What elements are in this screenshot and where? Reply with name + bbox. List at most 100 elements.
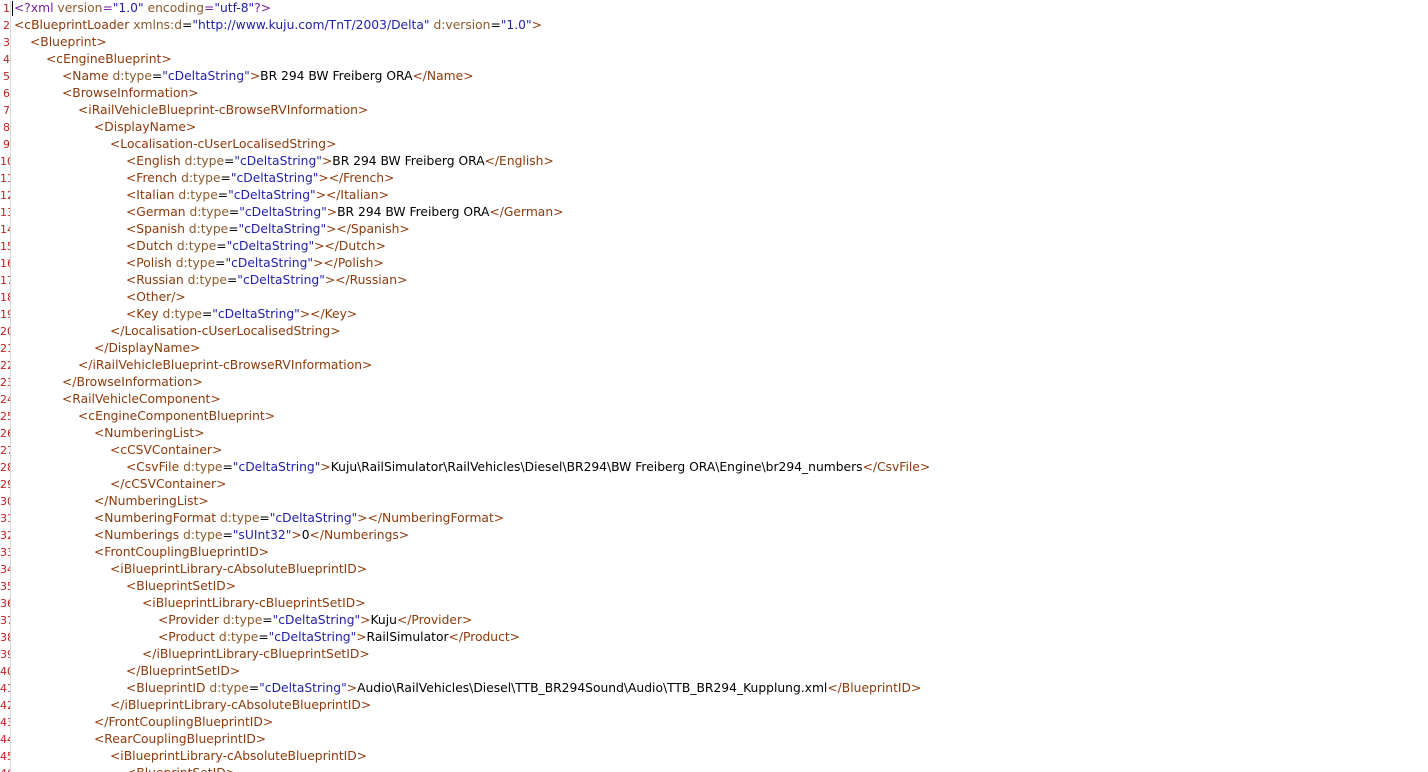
code-line[interactable]: <Key d:type="cDeltaString"></Key> xyxy=(14,306,357,323)
xml-token: ></Dutch> xyxy=(314,239,386,253)
code-line[interactable]: <iRailVehicleBlueprint-cBrowseRVInformat… xyxy=(14,102,368,119)
code-line[interactable]: </cCSVContainer> xyxy=(14,476,226,493)
xml-token: <cBlueprintLoader xyxy=(14,18,134,32)
code-line[interactable]: </FrontCouplingBlueprintID> xyxy=(14,714,273,731)
code-line[interactable]: <Provider d:type="cDeltaString">Kuju</Pr… xyxy=(14,612,472,629)
line-number: 11 xyxy=(0,172,10,185)
xml-token: d:type xyxy=(218,630,259,644)
xml-token: d:type xyxy=(175,256,216,270)
xml-token: </FrontCouplingBlueprintID> xyxy=(94,715,274,729)
xml-token: d:type xyxy=(188,222,229,236)
code-line[interactable]: <DisplayName> xyxy=(14,119,196,136)
code-line[interactable]: <BrowseInformation> xyxy=(14,85,199,102)
xml-token: <Key xyxy=(126,307,163,321)
line-number: 20 xyxy=(0,325,10,338)
code-line[interactable]: <BlueprintID d:type="cDeltaString">Audio… xyxy=(14,680,921,697)
code-line[interactable]: <English d:type="cDeltaString">BR 294 BW… xyxy=(14,153,554,170)
xml-token: <iBlueprintLibrary-cBlueprintSetID> xyxy=(142,596,366,610)
code-line[interactable]: <NumberingList> xyxy=(14,425,205,442)
code-line[interactable]: <Product d:type="cDeltaString">RailSimul… xyxy=(14,629,520,646)
code-line[interactable]: <RailVehicleComponent> xyxy=(14,391,221,408)
xml-token: version xyxy=(57,1,103,15)
code-line[interactable]: <Spanish d:type="cDeltaString"></Spanish… xyxy=(14,221,410,238)
code-line[interactable]: <Numberings d:type="sUInt32">0</Numberin… xyxy=(14,527,409,544)
code-line[interactable]: </Localisation-cUserLocalisedString> xyxy=(14,323,341,340)
code-line[interactable]: <cEngineBlueprint> xyxy=(14,51,172,68)
code-line[interactable]: </NumberingList> xyxy=(14,493,209,510)
line-number: 23 xyxy=(0,376,10,389)
xml-token: = xyxy=(151,69,163,83)
line-number: 37 xyxy=(0,614,10,627)
code-line[interactable]: <iBlueprintLibrary-cBlueprintSetID> xyxy=(14,595,366,612)
xml-token: > xyxy=(321,154,333,168)
xml-token: = xyxy=(201,307,213,321)
xml-token: d:type xyxy=(189,205,229,219)
code-line[interactable]: <Name d:type="cDeltaString">BR 294 BW Fr… xyxy=(14,68,474,85)
code-line[interactable]: <French d:type="cDeltaString"></French> xyxy=(14,170,394,187)
line-number: 25 xyxy=(0,410,10,423)
line-number: 16 xyxy=(0,257,10,270)
code-line[interactable]: <Localisation-cUserLocalisedString> xyxy=(14,136,336,153)
code-line[interactable]: <FrontCouplingBlueprintID> xyxy=(14,544,269,561)
line-number: 35 xyxy=(0,580,10,593)
xml-token: > xyxy=(356,630,367,644)
xml-token: </English> xyxy=(484,154,554,168)
xml-token: d:type xyxy=(176,239,217,253)
xml-token: = xyxy=(258,630,269,644)
xml-token: ></Spanish> xyxy=(326,222,410,236)
code-line[interactable]: <BlueprintSetID> xyxy=(14,765,236,772)
code-line[interactable]: <CsvFile d:type="cDeltaString">Kuju\Rail… xyxy=(14,459,930,476)
code-line[interactable]: </iBlueprintLibrary-cAbsoluteBlueprintID… xyxy=(14,697,371,714)
code-line[interactable]: <RearCouplingBlueprintID> xyxy=(14,731,266,748)
line-number: 21 xyxy=(0,342,10,355)
code-line[interactable]: </iRailVehicleBlueprint-cBrowseRVInforma… xyxy=(14,357,372,374)
xml-token: <Product xyxy=(158,630,219,644)
code-line[interactable]: </BrowseInformation> xyxy=(14,374,203,391)
xml-token: </NumberingList> xyxy=(94,494,209,508)
xml-token: d:type xyxy=(112,69,152,83)
code-line[interactable]: <Dutch d:type="cDeltaString"></Dutch> xyxy=(14,238,386,255)
code-line[interactable]: <BlueprintSetID> xyxy=(14,578,236,595)
code-line[interactable]: <German d:type="cDeltaString">BR 294 BW … xyxy=(14,204,563,221)
xml-token: <BlueprintSetID> xyxy=(126,766,236,772)
xml-token: "cDeltaString" xyxy=(162,69,250,83)
xml-token: "cDeltaString" xyxy=(234,154,322,168)
code-line[interactable]: </iBlueprintLibrary-cBlueprintSetID> xyxy=(14,646,370,663)
xml-token: = xyxy=(228,205,240,219)
code-line[interactable]: <cBlueprintLoader xmlns:d="http://www.ku… xyxy=(14,17,542,34)
line-number: 30 xyxy=(0,495,10,508)
xml-token: xmlns:d xyxy=(133,18,183,32)
xml-token: = xyxy=(222,528,233,542)
code-line[interactable]: <cEngineComponentBlueprint> xyxy=(14,408,275,425)
xml-token: = xyxy=(220,171,231,185)
xml-token: "cDeltaString" xyxy=(228,188,316,202)
xml-editor[interactable]: 1234567891011121314151617181920212223242… xyxy=(0,0,1428,772)
xml-token: = xyxy=(216,239,227,253)
xml-token: <Blueprint> xyxy=(30,35,107,49)
code-line[interactable]: <Russian d:type="cDeltaString"></Russian… xyxy=(14,272,407,289)
code-line[interactable]: <Polish d:type="cDeltaString"></Polish> xyxy=(14,255,384,272)
line-number: 45 xyxy=(0,750,10,763)
code-line[interactable]: <Blueprint> xyxy=(14,34,107,51)
xml-token: <Polish xyxy=(126,256,176,270)
code-line[interactable]: </BlueprintSetID> xyxy=(14,663,240,680)
xml-token: = xyxy=(204,1,215,15)
xml-token: <Other/> xyxy=(126,290,186,304)
xml-token: d:type xyxy=(219,511,260,525)
line-number: 43 xyxy=(0,716,10,729)
code-line[interactable]: <Italian d:type="cDeltaString"></Italian… xyxy=(14,187,389,204)
line-number: 8 xyxy=(3,121,10,134)
code-line[interactable]: </DisplayName> xyxy=(14,340,200,357)
xml-token: = xyxy=(182,18,193,32)
line-number: 5 xyxy=(3,70,10,83)
code-line[interactable]: <?xml version="1.0" encoding="utf-8"?> xyxy=(14,0,271,17)
code-line[interactable]: <NumberingFormat d:type="cDeltaString"><… xyxy=(14,510,504,527)
code-line[interactable]: <iBlueprintLibrary-cAbsoluteBlueprintID> xyxy=(14,748,367,765)
line-number: 6 xyxy=(3,87,10,100)
code-line[interactable]: <Other/> xyxy=(14,289,186,306)
xml-token: <iBlueprintLibrary-cAbsoluteBlueprintID> xyxy=(110,749,368,763)
xml-token: </Numberings> xyxy=(309,528,410,542)
code-line[interactable]: <cCSVContainer> xyxy=(14,442,222,459)
xml-token: > xyxy=(346,681,358,695)
code-line[interactable]: <iBlueprintLibrary-cAbsoluteBlueprintID> xyxy=(14,561,367,578)
